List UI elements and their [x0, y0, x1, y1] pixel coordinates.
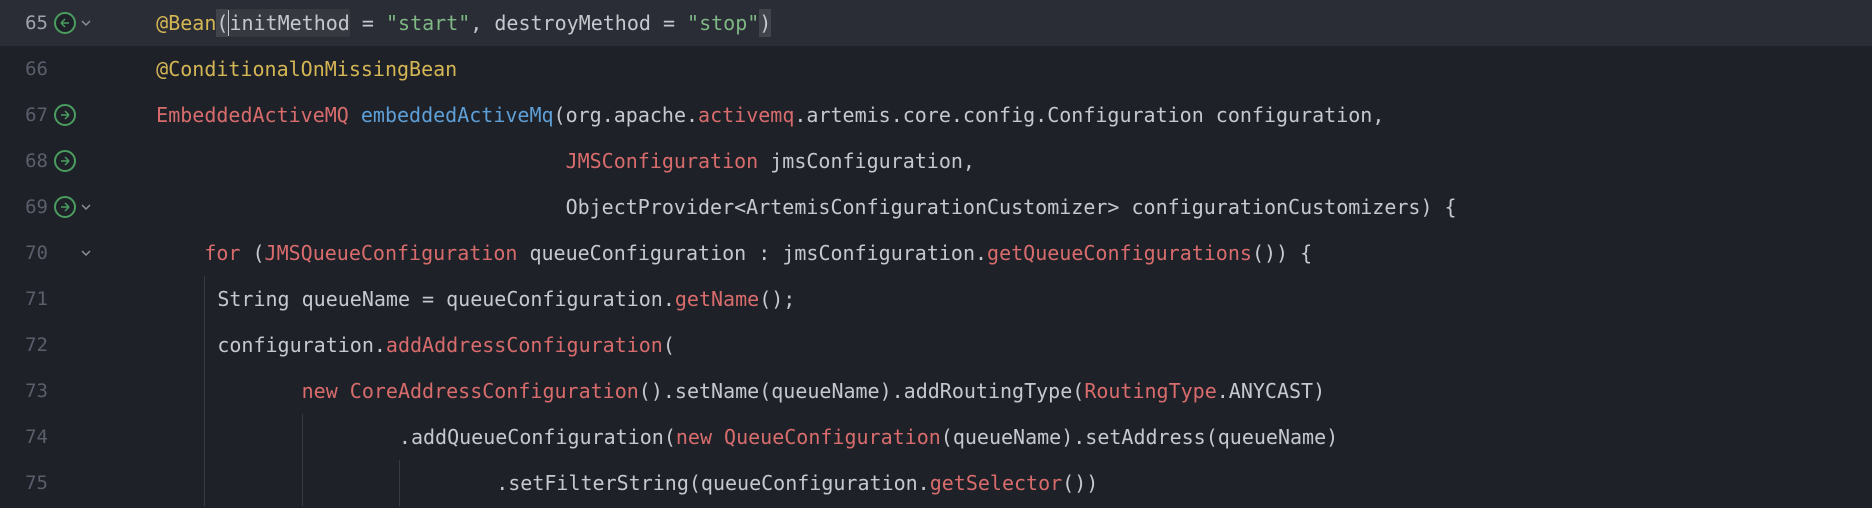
- line-number: 71: [8, 286, 48, 313]
- line-number: 69: [8, 194, 48, 221]
- line-number: 68: [8, 148, 48, 175]
- gutter-icons[interactable]: [54, 12, 92, 34]
- gutter: 73: [0, 368, 108, 414]
- gutter: 68: [0, 138, 108, 184]
- line-number: 72: [8, 332, 48, 359]
- gutter: 74: [0, 414, 108, 460]
- indent-guide: [302, 414, 315, 460]
- line-number: 70: [8, 240, 48, 267]
- gutter: 67: [0, 92, 108, 138]
- indent-guide: [204, 322, 217, 368]
- method-call: getSelector: [930, 469, 1062, 497]
- method-call: addAddressConfiguration: [386, 331, 663, 359]
- gutter: 72: [0, 322, 108, 368]
- code-content[interactable]: .setFilterString(queueConfiguration. get…: [108, 460, 1098, 506]
- recursive-call-out-icon[interactable]: [54, 150, 76, 172]
- code-line[interactable]: 68 JMSConfiguration jmsConfiguration,: [0, 138, 1872, 184]
- code-content[interactable]: @ConditionalOnMissingBean: [108, 55, 457, 83]
- line-number: 74: [8, 424, 48, 451]
- line-number: 75: [8, 470, 48, 497]
- type-name: CoreAddressConfiguration: [350, 377, 639, 405]
- method-declaration: embeddedActiveMq: [361, 101, 554, 129]
- fold-chevron-icon[interactable]: [80, 17, 92, 29]
- type-name: EmbeddedActiveMQ: [156, 101, 349, 129]
- recursive-call-out-icon[interactable]: [54, 196, 76, 218]
- indent-guide: [204, 276, 217, 322]
- indent-guide: [302, 460, 315, 506]
- code-content[interactable]: @Bean ( initMethod = "start" , destroyMe…: [108, 9, 771, 37]
- keyword-new: new: [676, 423, 712, 451]
- method-call: getName: [675, 285, 759, 313]
- code-line[interactable]: 65 @Bean ( initMethod = "start" , destro…: [0, 0, 1872, 46]
- code-content[interactable]: String queueName = queueConfiguration. g…: [108, 276, 795, 322]
- annotation: @Bean: [156, 9, 216, 37]
- code-line[interactable]: 69 ObjectProvider<ArtemisConfigurationCu…: [0, 184, 1872, 230]
- fold-chevron-icon[interactable]: [80, 247, 92, 259]
- text-cursor: [228, 10, 229, 36]
- annotation: @ConditionalOnMissingBean: [156, 55, 457, 83]
- gutter: 66: [0, 46, 108, 92]
- type-name: JMSConfiguration: [566, 147, 759, 175]
- param-name: destroyMethod: [494, 9, 651, 37]
- type-name: RoutingType: [1084, 377, 1216, 405]
- code-content[interactable]: configuration. addAddressConfiguration (: [108, 322, 675, 368]
- code-content[interactable]: .addQueueConfiguration( new QueueConfigu…: [108, 414, 1338, 460]
- code-content[interactable]: new CoreAddressConfiguration ().setName(…: [108, 368, 1325, 414]
- method-call: getQueueConfigurations: [987, 239, 1252, 267]
- type-name: QueueConfiguration: [724, 423, 941, 451]
- code-line[interactable]: 70 for ( JMSQueueConfiguration queueConf…: [0, 230, 1872, 276]
- keyword-for: for: [204, 239, 240, 267]
- indent-guide: [204, 414, 217, 460]
- type-name: JMSQueueConfiguration: [265, 239, 518, 267]
- gutter: 70: [0, 230, 108, 276]
- indent-guide: [204, 368, 217, 414]
- code-line[interactable]: 72 configuration. addAddressConfiguratio…: [0, 322, 1872, 368]
- code-content[interactable]: for ( JMSQueueConfiguration queueConfigu…: [108, 239, 1312, 267]
- indent-guide: [204, 460, 217, 506]
- keyword-new: new: [302, 377, 338, 405]
- code-content[interactable]: JMSConfiguration jmsConfiguration,: [108, 147, 975, 175]
- paren-open: (: [216, 9, 228, 37]
- string-literal: "stop": [687, 9, 759, 37]
- gutter-icons[interactable]: [54, 196, 92, 218]
- gutter: 65: [0, 0, 108, 46]
- line-number: 65: [8, 10, 48, 37]
- code-line[interactable]: 73 new CoreAddressConfiguration ().setNa…: [0, 368, 1872, 414]
- code-content[interactable]: EmbeddedActiveMQ embeddedActiveMq ( org.…: [108, 101, 1384, 129]
- paren-close: ): [759, 9, 771, 37]
- code-content[interactable]: ObjectProvider<ArtemisConfigurationCusto…: [108, 193, 1457, 221]
- fold-chevron-icon[interactable]: [80, 201, 92, 213]
- gutter: 75: [0, 460, 108, 506]
- code-line[interactable]: 67 EmbeddedActiveMQ embeddedActiveMq ( o…: [0, 92, 1872, 138]
- recursive-call-in-icon[interactable]: [54, 12, 76, 34]
- code-line[interactable]: 66 @ConditionalOnMissingBean: [0, 46, 1872, 92]
- gutter: 71: [0, 276, 108, 322]
- line-number: 67: [8, 102, 48, 129]
- string-literal: "start": [386, 9, 470, 37]
- code-editor[interactable]: 65 @Bean ( initMethod = "start" , destro…: [0, 0, 1872, 508]
- gutter-icons[interactable]: [54, 247, 92, 259]
- recursive-call-out-icon[interactable]: [54, 104, 76, 126]
- package-segment: activemq: [698, 101, 794, 129]
- line-number: 73: [8, 378, 48, 405]
- param-name: initMethod: [229, 11, 349, 35]
- code-line[interactable]: 71 String queueName = queueConfiguration…: [0, 276, 1872, 322]
- code-line[interactable]: 74 .addQueueConfiguration( new QueueConf…: [0, 414, 1872, 460]
- indent-guide: [399, 460, 412, 506]
- code-line[interactable]: 75 .setFilterString(queueConfiguration. …: [0, 460, 1872, 506]
- gutter-icons[interactable]: [54, 150, 76, 172]
- gutter: 69: [0, 184, 108, 230]
- gutter-icons[interactable]: [54, 104, 76, 126]
- line-number: 66: [8, 56, 48, 83]
